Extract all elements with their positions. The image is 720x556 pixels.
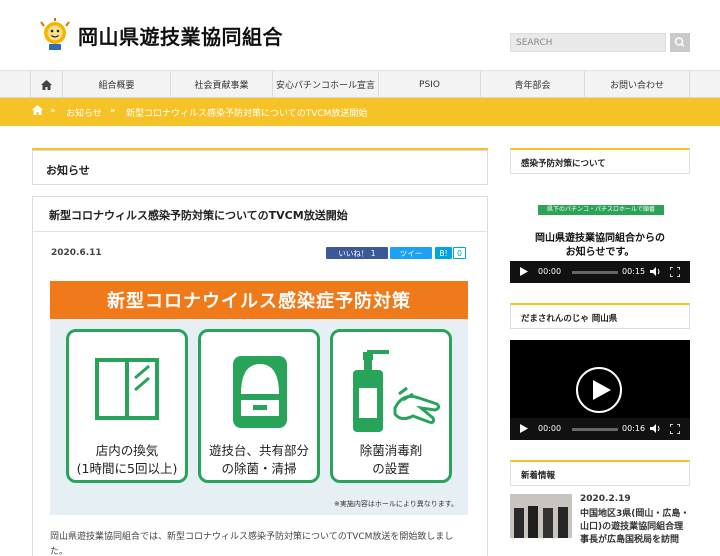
ventilation-line2: (1時間に5回以上) xyxy=(76,461,178,476)
video-progress-bar[interactable] xyxy=(572,428,618,431)
breadcrumb-separator: » xyxy=(110,106,116,116)
play-icon[interactable] xyxy=(520,424,528,435)
nav-contact[interactable]: お問い合わせ xyxy=(584,71,690,98)
home-icon xyxy=(32,105,43,115)
section-header: お知らせ xyxy=(32,150,488,185)
cleaning-line2: の除菌・清掃 xyxy=(221,461,297,476)
post-date: 2020.6.11 xyxy=(51,248,102,258)
video-caption-2: お知らせです。 xyxy=(565,247,635,258)
news-thumbnail[interactable] xyxy=(510,494,572,538)
section-title: お知らせ xyxy=(46,164,90,177)
sanitizer-card: 除菌消毒剤 の設置 xyxy=(330,329,452,483)
site-title: 岡山県遊技業協同組合 xyxy=(78,24,283,49)
video-caption-1: 岡山県遊技業協同組合からの xyxy=(535,233,665,244)
window-icon xyxy=(95,358,159,420)
tweet-label: ツイー xyxy=(399,248,423,258)
sidebar-widget-title: だまされんのじゃ 岡山県 xyxy=(510,303,690,329)
tweet-button[interactable]: ツイー xyxy=(390,247,432,259)
volume-icon[interactable] xyxy=(650,424,661,435)
volume-icon[interactable] xyxy=(650,267,661,278)
covid-banner-image: 新型コロナウイルス感染症予防対策 店内の換気 (1時間に5回以上) 遊技台、共有… xyxy=(50,281,468,515)
pachinko-machine-icon xyxy=(233,356,287,428)
cleaning-card: 遊技台、共有部分 の除菌・清掃 xyxy=(198,329,320,483)
like-label: いいね！ 1 xyxy=(338,248,376,258)
banner-note: ※実施内容はホールにより異なります。 xyxy=(333,500,458,508)
banner-heading: 新型コロナウイルス感染症予防対策 xyxy=(50,281,468,319)
breadcrumb-separator: » xyxy=(50,106,56,116)
nav-psio[interactable]: PSIO xyxy=(378,71,480,98)
sidebar-widget-title: 新着情報 xyxy=(510,460,690,486)
ventilation-line1: 店内の換気 xyxy=(95,443,159,458)
video-controls: 00:00 00:15 xyxy=(510,261,690,283)
main-nav: 組合概要 社会貢献事業 安心パチンコホール宣言 PSIO 青年部会 お問い合わせ xyxy=(0,70,720,98)
search-input[interactable]: SEARCH xyxy=(510,33,666,52)
nav-home[interactable] xyxy=(30,71,62,98)
breadcrumb-section[interactable]: お知らせ xyxy=(66,106,102,119)
nav-safe-hall[interactable]: 安心パチンコホール宣言 xyxy=(272,71,378,98)
breadcrumb-home[interactable] xyxy=(32,105,43,118)
sanitizer-line2: の設置 xyxy=(372,461,410,476)
site-logo[interactable]: 岡山県遊技業協同組合 xyxy=(38,18,283,52)
sanitizer-line1: 除菌消毒剤 xyxy=(359,443,423,458)
facebook-like-button[interactable]: いいね！ 1 xyxy=(326,247,388,259)
cleaning-line1: 遊技台、共有部分 xyxy=(208,443,309,458)
video-time-total: 00:15 xyxy=(622,267,646,276)
play-icon[interactable] xyxy=(520,267,528,278)
video-time-current: 00:00 xyxy=(538,424,562,433)
sanitizer-icon xyxy=(353,350,441,432)
nav-about[interactable]: 組合概要 xyxy=(62,71,170,98)
video-tag: 県下のパチンコ・パチスロホールで順番 xyxy=(538,205,664,215)
hatena-count-label: 0 xyxy=(457,248,462,258)
breadcrumb: » お知らせ » 新型コロナウィルス感染予防対策についてのTVCM放送開始 xyxy=(0,98,720,126)
home-icon xyxy=(41,79,52,90)
video-time-total: 00:16 xyxy=(622,424,646,433)
post-header: 新型コロナウィルス感染予防対策についてのTVCM放送開始 xyxy=(33,196,487,232)
nav-youth[interactable]: 青年部会 xyxy=(480,71,584,98)
video-progress-bar[interactable] xyxy=(572,271,618,274)
breadcrumb-current: 新型コロナウィルス感染予防対策についてのTVCM放送開始 xyxy=(126,109,368,119)
video-controls: 00:00 00:16 xyxy=(510,418,690,440)
video-time-current: 00:00 xyxy=(538,267,562,276)
search-icon xyxy=(674,37,685,48)
post-title: 新型コロナウィルス感染予防対策についてのTVCM放送開始 xyxy=(49,209,348,222)
play-icon xyxy=(593,380,611,400)
fullscreen-icon[interactable] xyxy=(669,266,681,279)
fullscreen-icon[interactable] xyxy=(669,423,681,436)
search-button[interactable] xyxy=(670,33,690,52)
post-body: 岡山県遊技業協同組合では、新型コロナウィルス感染予防対策についてのTVCM放送を… xyxy=(50,532,454,556)
ventilation-card: 店内の換気 (1時間に5回以上) xyxy=(66,329,188,483)
big-play-button[interactable] xyxy=(576,367,622,413)
news-title[interactable]: 中国地区3県(岡山・広島・山口)の遊技業協同組合理事長が広島国税局を訪問 xyxy=(580,508,690,547)
news-date: 2020.2.19 xyxy=(580,494,631,504)
sidebar-widget-title: 感染予防対策について xyxy=(510,148,690,174)
nav-social[interactable]: 社会貢献事業 xyxy=(170,71,272,98)
hatena-label: B! xyxy=(439,248,448,258)
site-header: 岡山県遊技業協同組合 SEARCH xyxy=(0,0,720,70)
hatena-count: 0 xyxy=(453,247,466,259)
mascot-icon xyxy=(38,18,72,52)
video-player-scam[interactable]: 00:00 00:16 xyxy=(510,340,690,440)
video-player-covid[interactable]: 県下のパチンコ・パチスロホールで順番 岡山県遊技業協同組合からの お知らせです。… xyxy=(510,185,690,283)
hatena-bookmark-button[interactable]: B! xyxy=(435,247,452,259)
